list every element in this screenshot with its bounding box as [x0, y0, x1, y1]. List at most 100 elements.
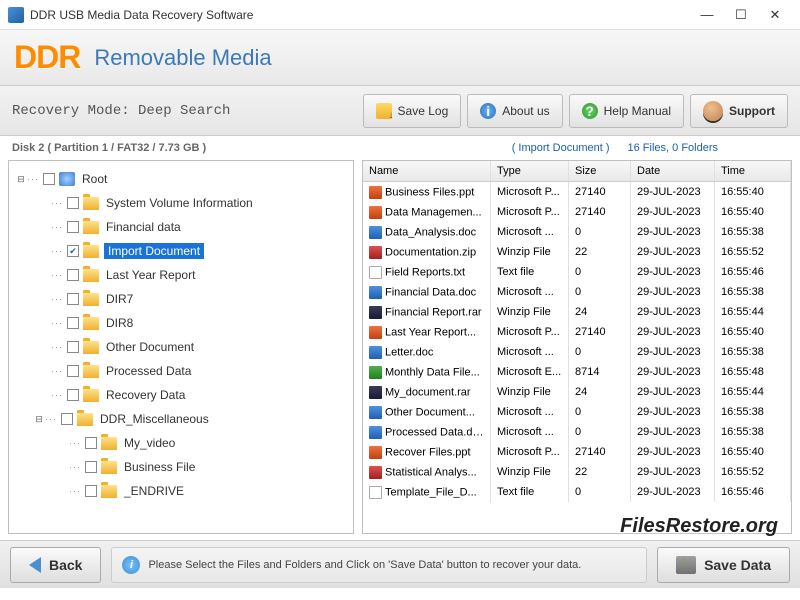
file-size: 22 [569, 462, 631, 482]
window-title: DDR USB Media Data Recovery Software [30, 8, 690, 22]
file-type: Microsoft P... [491, 202, 569, 222]
checkbox[interactable] [43, 173, 55, 185]
header-type[interactable]: Type [491, 161, 569, 181]
file-name: My_document.rar [385, 386, 471, 398]
folder-icon [83, 341, 99, 354]
recovery-mode-label: Recovery Mode: Deep Search [12, 103, 357, 119]
support-button[interactable]: Support [690, 94, 788, 128]
file-row[interactable]: Financial Report.rarWinzip File2429-JUL-… [363, 302, 791, 322]
header-size[interactable]: Size [569, 161, 631, 181]
file-icon [369, 186, 382, 199]
file-type: Microsoft ... [491, 422, 569, 442]
tree-item[interactable]: ···Last Year Report [9, 263, 353, 287]
folder-icon [83, 221, 99, 234]
tree-item[interactable]: ···Financial data [9, 215, 353, 239]
file-type: Winzip File [491, 462, 569, 482]
file-name: Template_File_D... [385, 486, 477, 498]
drive-icon [59, 172, 75, 186]
file-row[interactable]: Statistical Analys...Winzip File2229-JUL… [363, 462, 791, 482]
maximize-button[interactable]: ☐ [724, 3, 758, 27]
file-row[interactable]: Processed Data.docMicrosoft ...029-JUL-2… [363, 422, 791, 442]
checkbox[interactable] [67, 269, 79, 281]
tree-item[interactable]: ···Other Document [9, 335, 353, 359]
file-type: Microsoft ... [491, 402, 569, 422]
file-date: 29-JUL-2023 [631, 322, 715, 342]
file-row[interactable]: Letter.docMicrosoft ...029-JUL-202316:55… [363, 342, 791, 362]
collapse-icon[interactable]: ⊟ [15, 174, 27, 185]
file-size: 0 [569, 222, 631, 242]
back-button[interactable]: Back [10, 547, 101, 583]
tree-item[interactable]: ···My_video [9, 431, 353, 455]
file-row[interactable]: Financial Data.docMicrosoft ...029-JUL-2… [363, 282, 791, 302]
file-row[interactable]: Field Reports.txtText file029-JUL-202316… [363, 262, 791, 282]
tree-item[interactable]: ···System Volume Information [9, 191, 353, 215]
minimize-button[interactable]: — [690, 3, 724, 27]
checkbox[interactable] [67, 389, 79, 401]
checkbox[interactable] [67, 317, 79, 329]
tree-item-label: Last Year Report [104, 267, 197, 283]
file-list[interactable]: Name Type Size Date Time Business Files.… [362, 160, 792, 534]
tree-item[interactable]: ···Business File [9, 455, 353, 479]
tree-item[interactable]: ···DIR8 [9, 311, 353, 335]
checkbox[interactable] [85, 461, 97, 473]
file-row[interactable]: Data Managemen...Microsoft P...2714029-J… [363, 202, 791, 222]
save-data-button[interactable]: Save Data [657, 547, 790, 583]
checkbox[interactable] [67, 197, 79, 209]
file-size: 27140 [569, 442, 631, 462]
tree-root[interactable]: ⊟··· Root [9, 167, 353, 191]
tree-item-label: Business File [122, 459, 197, 475]
help-manual-button[interactable]: ?Help Manual [569, 94, 684, 128]
collapse-icon[interactable]: ⊟ [33, 414, 45, 425]
file-icon [369, 446, 382, 459]
file-name: Field Reports.txt [385, 266, 465, 278]
file-icon [369, 486, 382, 499]
folder-icon [83, 389, 99, 402]
folder-tree[interactable]: ⊟··· Root ···System Volume Information··… [8, 160, 354, 534]
checkbox[interactable] [85, 437, 97, 449]
file-size: 27140 [569, 182, 631, 202]
checkbox[interactable] [67, 293, 79, 305]
file-row[interactable]: Recover Files.pptMicrosoft P...2714029-J… [363, 442, 791, 462]
file-row[interactable]: My_document.rarWinzip File2429-JUL-20231… [363, 382, 791, 402]
file-size: 0 [569, 282, 631, 302]
file-time: 16:55:38 [715, 282, 791, 302]
checkbox[interactable] [67, 365, 79, 377]
help-icon: ? [582, 103, 598, 119]
file-type: Microsoft ... [491, 282, 569, 302]
tree-item[interactable]: ···Import Document [9, 239, 353, 263]
checkbox[interactable] [67, 341, 79, 353]
tree-item[interactable]: ···Processed Data [9, 359, 353, 383]
tree-item-label: Import Document [104, 243, 204, 259]
file-row[interactable]: Documentation.zipWinzip File2229-JUL-202… [363, 242, 791, 262]
header-name[interactable]: Name [363, 161, 491, 181]
checkbox[interactable] [85, 485, 97, 497]
file-size: 0 [569, 342, 631, 362]
file-row[interactable]: Data_Analysis.docMicrosoft ...029-JUL-20… [363, 222, 791, 242]
checkbox[interactable] [67, 221, 79, 233]
close-button[interactable]: ✕ [758, 3, 792, 27]
checkbox[interactable] [67, 245, 79, 257]
header-time[interactable]: Time [715, 161, 791, 181]
about-us-button[interactable]: iAbout us [467, 94, 562, 128]
file-name: Other Document... [385, 406, 475, 418]
file-type: Text file [491, 482, 569, 502]
tree-misc[interactable]: ⊟··· DDR_Miscellaneous [9, 407, 353, 431]
file-row[interactable]: Template_File_D...Text file029-JUL-20231… [363, 482, 791, 502]
checkbox[interactable] [61, 413, 73, 425]
tree-item[interactable]: ···DIR7 [9, 287, 353, 311]
current-folder-label: ( Import Document ) [512, 142, 610, 154]
file-row[interactable]: Last Year Report...Microsoft P...2714029… [363, 322, 791, 342]
list-header[interactable]: Name Type Size Date Time [363, 161, 791, 182]
tree-item[interactable]: ···Recovery Data [9, 383, 353, 407]
header-date[interactable]: Date [631, 161, 715, 181]
file-icon [369, 466, 382, 479]
tree-item[interactable]: ···_ENDRIVE [9, 479, 353, 503]
file-time: 16:55:44 [715, 302, 791, 322]
file-name: Monthly Data File... [385, 366, 480, 378]
brand-subtitle: Removable Media [94, 45, 271, 71]
file-row[interactable]: Monthly Data File...Microsoft E...871429… [363, 362, 791, 382]
file-time: 16:55:40 [715, 202, 791, 222]
file-row[interactable]: Business Files.pptMicrosoft P...2714029-… [363, 182, 791, 202]
save-log-button[interactable]: Save Log [363, 94, 462, 128]
file-row[interactable]: Other Document...Microsoft ...029-JUL-20… [363, 402, 791, 422]
